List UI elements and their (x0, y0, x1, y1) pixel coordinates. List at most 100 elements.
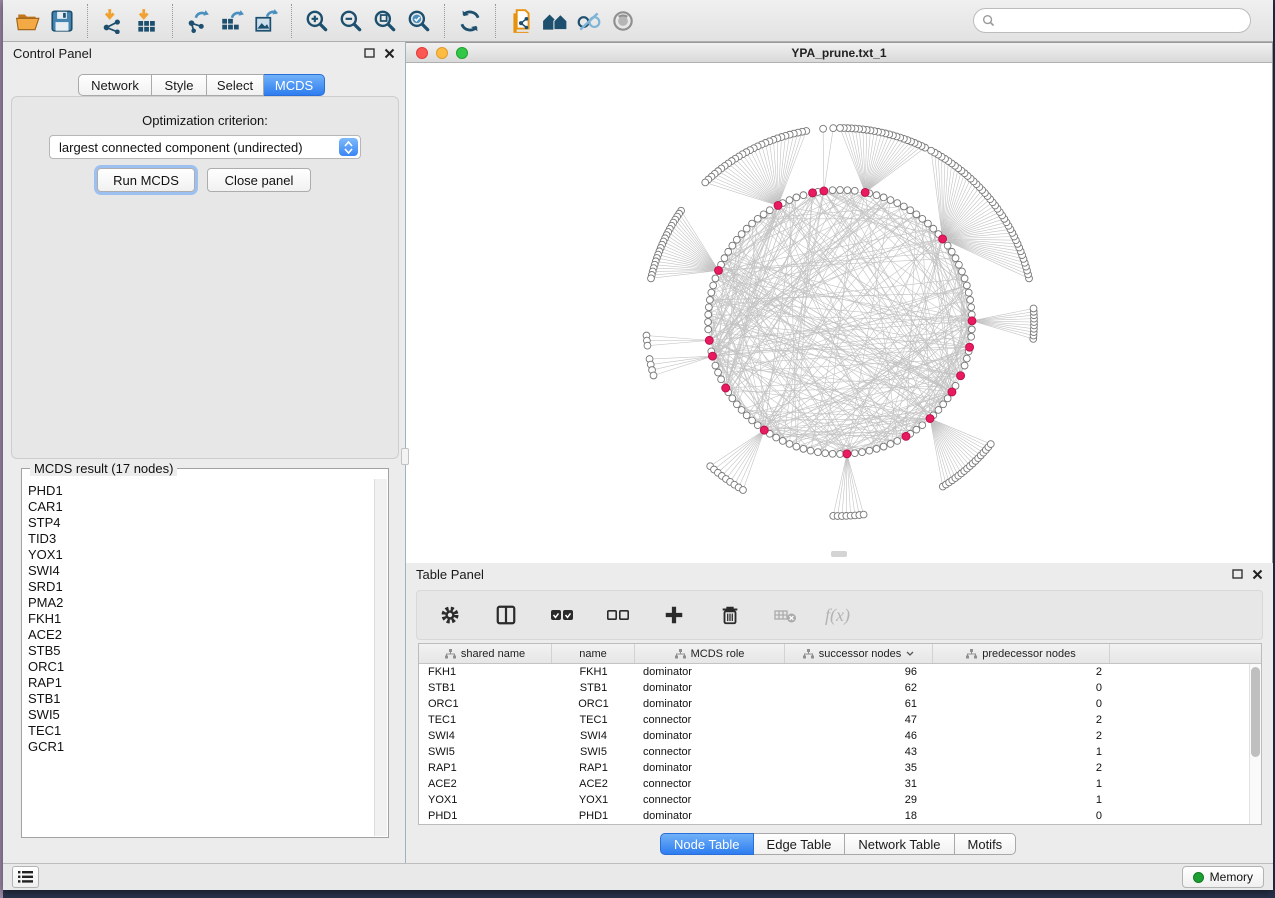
graph-node[interactable] (919, 215, 926, 222)
table-row[interactable]: PHD1PHD1dominator180 (419, 808, 1261, 824)
graph-node[interactable] (714, 266, 722, 274)
graph-node[interactable] (779, 438, 786, 445)
open-folder-icon[interactable] (11, 6, 45, 36)
graph-node[interactable] (705, 326, 712, 333)
graph-node[interactable] (786, 441, 793, 448)
graph-node[interactable] (644, 342, 651, 349)
column-header-mcds-role[interactable]: MCDS role (635, 644, 785, 663)
graph-node[interactable] (760, 426, 768, 434)
graph-node[interactable] (800, 445, 807, 452)
graph-node[interactable] (837, 451, 844, 458)
graph-node[interactable] (987, 441, 994, 448)
graph-node[interactable] (956, 261, 963, 268)
tab-network-table[interactable]: Network Table (845, 833, 954, 855)
hide-details-icon[interactable] (572, 6, 606, 36)
graph-node[interactable] (967, 296, 974, 303)
graph-node[interactable] (829, 450, 836, 457)
graph-node[interactable] (880, 194, 887, 201)
graph-node[interactable] (873, 192, 880, 199)
graph-node[interactable] (894, 438, 901, 445)
graph-node[interactable] (793, 194, 800, 201)
graph-node[interactable] (919, 422, 926, 429)
graph-node[interactable] (754, 422, 761, 429)
graph-node[interactable] (940, 401, 947, 408)
zoom-fit-icon[interactable] (368, 6, 402, 36)
network-canvas[interactable] (406, 63, 1272, 563)
graph-node[interactable] (860, 511, 867, 518)
mcds-result-item[interactable]: SWI4 (28, 563, 374, 579)
close-panel-button[interactable]: Close panel (207, 168, 311, 192)
graph-node[interactable] (740, 487, 747, 494)
graph-node[interactable] (844, 187, 851, 194)
graph-node[interactable] (866, 447, 873, 454)
run-mcds-button[interactable]: Run MCDS (97, 168, 195, 192)
mcds-result-item[interactable]: STP4 (28, 515, 374, 531)
graph-node[interactable] (968, 304, 975, 311)
tab-select[interactable]: Select (207, 74, 264, 96)
criterion-select[interactable]: largest connected component (undirected) (49, 135, 361, 159)
column-header-predecessor-nodes[interactable]: predecessor nodes (933, 644, 1110, 663)
graph-node[interactable] (894, 200, 901, 207)
graph-node[interactable] (822, 450, 829, 457)
table-row[interactable]: ACE2ACE2connector311 (419, 776, 1261, 792)
deselect-all-icon[interactable] (601, 600, 635, 630)
columns-icon[interactable] (489, 600, 523, 630)
graph-node[interactable] (708, 289, 715, 296)
graph-node[interactable] (702, 179, 709, 186)
graph-node[interactable] (760, 211, 767, 218)
gear-icon[interactable] (433, 600, 467, 630)
panel-splitter-grip[interactable] (401, 448, 409, 465)
mcds-result-item[interactable]: STB1 (28, 691, 374, 707)
save-icon[interactable] (45, 6, 79, 36)
graph-node[interactable] (837, 125, 844, 132)
float-panel-icon[interactable] (1232, 569, 1243, 580)
graph-node[interactable] (963, 355, 970, 362)
graph-node[interactable] (902, 432, 910, 440)
show-details-icon[interactable] (606, 6, 640, 36)
graph-node[interactable] (766, 207, 773, 214)
table-row[interactable]: YOX1YOX1connector291 (419, 792, 1261, 808)
table-row[interactable]: STB1STB1dominator620 (419, 680, 1261, 696)
mcds-result-item[interactable]: TEC1 (28, 723, 374, 739)
splitter-grip-icon[interactable] (831, 551, 847, 557)
graph-node[interactable] (807, 447, 814, 454)
mcds-result-item[interactable]: GCR1 (28, 739, 374, 755)
graph-node[interactable] (968, 326, 975, 333)
tab-edge-table[interactable]: Edge Table (754, 833, 846, 855)
graph-node[interactable] (948, 248, 955, 255)
graph-node[interactable] (721, 255, 728, 262)
graph-node[interactable] (706, 296, 713, 303)
table-scrollbar[interactable] (1249, 664, 1261, 824)
mcds-list-scrollbar[interactable] (374, 479, 387, 836)
graph-node[interactable] (925, 220, 932, 227)
graph-node[interactable] (733, 236, 740, 243)
select-all-icon[interactable] (545, 600, 579, 630)
graph-node[interactable] (968, 317, 976, 325)
graph-node[interactable] (968, 333, 975, 340)
tab-node-table[interactable]: Node Table (660, 833, 754, 855)
tab-network[interactable]: Network (78, 74, 152, 96)
table-scrollbar-thumb[interactable] (1251, 667, 1260, 757)
graph-node[interactable] (829, 187, 836, 194)
graph-node[interactable] (939, 235, 947, 243)
graph-node[interactable] (963, 282, 970, 289)
new-network-from-selection-icon[interactable] (504, 6, 538, 36)
tab-style[interactable]: Style (152, 74, 207, 96)
column-header-name[interactable]: name (552, 644, 635, 663)
mcds-result-item[interactable]: PHD1 (28, 483, 374, 499)
mcds-result-item[interactable]: ORC1 (28, 659, 374, 675)
mcds-result-item[interactable]: PMA2 (28, 595, 374, 611)
export-table-icon[interactable] (215, 6, 249, 36)
task-history-button[interactable] (12, 866, 39, 888)
mcds-result-item[interactable]: YOX1 (28, 547, 374, 563)
tab-motifs[interactable]: Motifs (955, 833, 1017, 855)
graph-node[interactable] (851, 187, 858, 194)
graph-node[interactable] (861, 188, 869, 196)
graph-node[interactable] (900, 203, 907, 210)
table-row[interactable]: ORC1ORC1dominator610 (419, 696, 1261, 712)
mcds-result-item[interactable]: SRD1 (28, 579, 374, 595)
graph-node[interactable] (749, 220, 756, 227)
export-image-icon[interactable] (249, 6, 283, 36)
zoom-out-icon[interactable] (334, 6, 368, 36)
graph-node[interactable] (774, 201, 782, 209)
